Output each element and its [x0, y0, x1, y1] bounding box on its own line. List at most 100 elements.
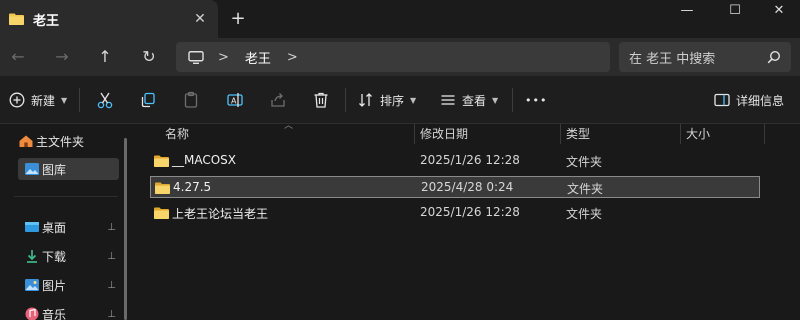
- rename-button[interactable]: A: [225, 90, 245, 110]
- sort-button[interactable]: 排序 ▼: [358, 88, 416, 112]
- column-header-date[interactable]: 修改日期: [420, 124, 468, 144]
- column-divider[interactable]: [414, 124, 415, 144]
- maximize-button[interactable]: ☐: [712, 0, 758, 24]
- rename-icon: A: [227, 93, 243, 107]
- view-label: 查看: [462, 93, 487, 108]
- sidebar-divider: [14, 196, 118, 197]
- svg-text:A: A: [231, 96, 237, 105]
- folder-icon: [154, 155, 169, 167]
- pin-icon[interactable]: ⊥: [107, 309, 116, 320]
- breadcrumb-chevron[interactable]: >: [218, 50, 229, 65]
- close-tab-icon[interactable]: ✕: [192, 11, 208, 27]
- chevron-down-icon: ▼: [61, 95, 68, 105]
- sidebar-item-label: 图库: [42, 162, 67, 177]
- table-row[interactable]: __MACOSX 2025/1/26 12:28 文件夹: [150, 150, 760, 172]
- details-pane-icon: [714, 93, 730, 107]
- sort-icon: [359, 93, 372, 107]
- details-pane-button[interactable]: 详细信息: [714, 88, 784, 112]
- new-tab-button[interactable]: +: [228, 9, 248, 29]
- sidebar-item-downloads[interactable]: 下载 ⊥: [18, 245, 118, 267]
- computer-icon: [188, 50, 204, 64]
- sidebar-item-label: 桌面: [42, 220, 67, 235]
- new-button[interactable]: 新建 ▼: [9, 88, 67, 112]
- share-button[interactable]: [268, 90, 288, 110]
- file-name: __MACOSX: [172, 153, 237, 167]
- clipboard-icon: [184, 91, 198, 108]
- view-button[interactable]: 查看 ▼: [440, 88, 498, 112]
- column-header-size[interactable]: 大小: [686, 124, 710, 144]
- title-bar: 老王 ✕ + — ☐ ✕: [0, 0, 800, 38]
- up-button[interactable]: ↑: [93, 46, 117, 68]
- minimize-button[interactable]: —: [664, 0, 710, 24]
- refresh-button[interactable]: ↻: [137, 46, 161, 68]
- folder-icon: [155, 182, 170, 194]
- pin-icon[interactable]: ⊥: [107, 280, 116, 291]
- folder-icon: [9, 13, 24, 25]
- copy-icon: [141, 92, 155, 108]
- sort-indicator-icon: ︿: [284, 121, 294, 131]
- plus-circle-icon: [9, 92, 25, 108]
- folder-icon: [154, 207, 169, 219]
- navigation-pane: 主文件夹 图库 桌面 ⊥ 下载 ⊥ 图片 ⊥ 音乐 ⊥: [0, 124, 128, 320]
- delete-button[interactable]: [311, 90, 331, 110]
- sidebar-item-home[interactable]: 主文件夹: [18, 130, 118, 152]
- toolbar-divider: [512, 88, 513, 112]
- column-header-name[interactable]: 名称: [165, 124, 189, 144]
- home-icon: [19, 135, 33, 147]
- details-pane-label: 详细信息: [736, 93, 785, 108]
- file-date: 2025/4/28 0:24: [421, 180, 514, 194]
- share-icon: [271, 93, 285, 107]
- toolbar-divider: [79, 88, 80, 112]
- chevron-down-icon: ▼: [492, 95, 499, 105]
- forward-button[interactable]: →: [50, 46, 74, 68]
- scissors-icon: [97, 92, 113, 109]
- paste-button[interactable]: [181, 90, 201, 110]
- file-type: 文件夹: [566, 155, 603, 169]
- sidebar-scrollbar[interactable]: [124, 138, 127, 320]
- close-window-button[interactable]: ✕: [756, 0, 800, 24]
- navigation-bar: ← → ↑ ↻ > 老王 > 在 老王 中搜索: [0, 38, 800, 76]
- tab-title: 老王: [33, 13, 60, 29]
- back-button[interactable]: ←: [6, 46, 30, 68]
- desktop-icon: [25, 222, 39, 232]
- sort-label: 排序: [380, 93, 405, 108]
- column-divider[interactable]: [560, 124, 561, 144]
- sidebar-item-label: 主文件夹: [36, 134, 85, 149]
- breadcrumb-chevron[interactable]: >: [287, 50, 298, 65]
- column-divider[interactable]: [680, 124, 681, 144]
- more-options-button[interactable]: •••: [525, 88, 547, 112]
- file-date: 2025/1/26 12:28: [420, 153, 520, 167]
- tab-laowang[interactable]: 老王 ✕: [0, 0, 218, 38]
- toolbar-divider: [345, 88, 346, 112]
- sidebar-item-label: 图片: [42, 278, 67, 293]
- copy-button[interactable]: [138, 90, 158, 110]
- view-icon: [441, 95, 455, 105]
- breadcrumb-item[interactable]: 老王: [245, 48, 271, 67]
- sidebar-item-desktop[interactable]: 桌面 ⊥: [18, 216, 118, 238]
- cut-button[interactable]: [95, 90, 115, 110]
- table-row[interactable]: 上老王论坛当老王 2025/1/26 12:28 文件夹: [150, 202, 760, 224]
- search-placeholder: 在 老王 中搜索: [629, 51, 716, 67]
- music-icon: [25, 307, 39, 320]
- command-bar: 新建 ▼ A 排序 ▼ 查看 ▼ ••• 详细信息: [0, 76, 800, 124]
- download-icon: [27, 250, 37, 263]
- file-name: 上老王论坛当老王: [172, 207, 269, 221]
- pin-icon[interactable]: ⊥: [107, 222, 116, 233]
- file-type: 文件夹: [566, 207, 603, 221]
- search-icon: [767, 50, 781, 64]
- new-label: 新建: [31, 93, 56, 108]
- sidebar-item-gallery[interactable]: 图库: [18, 158, 119, 180]
- sidebar-item-pictures[interactable]: 图片 ⊥: [18, 274, 118, 296]
- chevron-down-icon: ▼: [410, 95, 417, 105]
- sidebar-item-music[interactable]: 音乐 ⊥: [18, 303, 118, 320]
- column-divider[interactable]: [764, 124, 765, 144]
- trash-icon: [314, 92, 328, 108]
- table-row[interactable]: 4.27.5 2025/4/28 0:24 文件夹: [150, 176, 760, 198]
- file-date: 2025/1/26 12:28: [420, 205, 520, 219]
- address-bar[interactable]: > 老王 >: [176, 42, 610, 72]
- gallery-icon: [25, 163, 39, 175]
- column-header-type[interactable]: 类型: [566, 124, 590, 144]
- search-box[interactable]: 在 老王 中搜索: [619, 42, 791, 72]
- pictures-icon: [25, 279, 39, 291]
- pin-icon[interactable]: ⊥: [107, 251, 116, 262]
